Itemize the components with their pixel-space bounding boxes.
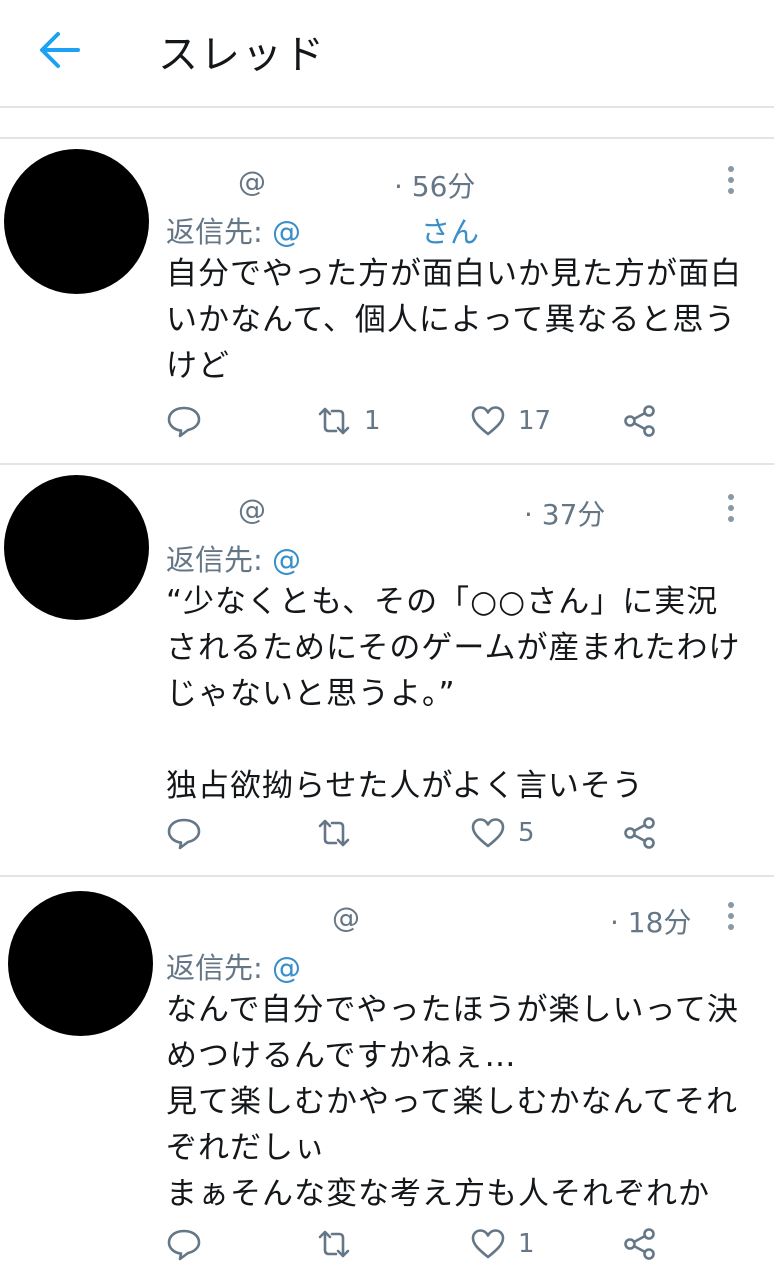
heart-icon <box>471 406 505 436</box>
more-options-button[interactable] <box>720 491 742 525</box>
share-icon <box>624 1228 655 1260</box>
tweet-actions: 5 <box>0 813 774 853</box>
reply-to: 返信先: @ さん <box>166 209 726 251</box>
timestamp: · 56分 <box>394 170 476 203</box>
more-options-button[interactable] <box>720 899 742 933</box>
timestamp: · 18分 <box>610 906 692 939</box>
avatar[interactable] <box>4 475 149 620</box>
share-button[interactable] <box>622 1224 658 1264</box>
like-count: 1 <box>518 1229 535 1259</box>
user-handle[interactable]: @ <box>238 493 266 526</box>
like-button[interactable]: 5 <box>470 813 535 853</box>
share-icon <box>624 817 655 849</box>
tweet[interactable]: @ · 56分 返信先: @ さん 自分でやった方が面白いか見た方が面白 いかな… <box>0 139 774 465</box>
back-button[interactable] <box>38 28 82 72</box>
retweet-button[interactable] <box>316 813 352 853</box>
like-button[interactable]: 17 <box>470 401 551 441</box>
reply-button[interactable] <box>166 1224 202 1264</box>
retweet-button[interactable] <box>316 1224 352 1264</box>
comment-icon <box>167 406 201 438</box>
heart-icon <box>471 818 505 848</box>
retweet-button[interactable]: 1 <box>316 401 381 441</box>
retweet-count: 1 <box>364 406 381 436</box>
comment-icon <box>167 818 201 850</box>
like-count: 17 <box>518 406 552 436</box>
reply-handle[interactable]: @ <box>272 951 301 985</box>
reply-to: 返信先: @ <box>166 537 301 579</box>
arrow-left-icon <box>40 32 80 68</box>
reply-button[interactable] <box>166 401 202 441</box>
reply-label: 返信先: <box>166 543 263 577</box>
retweet-icon <box>318 407 350 435</box>
retweet-icon <box>318 819 350 847</box>
avatar[interactable] <box>8 891 153 1036</box>
reply-to: 返信先: @ <box>166 945 301 987</box>
avatar[interactable] <box>4 149 149 294</box>
comment-icon <box>167 1229 201 1261</box>
retweet-icon <box>318 1230 350 1258</box>
reply-label: 返信先: <box>166 951 263 985</box>
like-button[interactable]: 1 <box>470 1224 535 1264</box>
timestamp: · 37分 <box>524 498 606 531</box>
tweet-text: “少なくとも、その「○○さん」に実況 されるためにそのゲームが産まれたわけ じゃ… <box>166 584 741 804</box>
share-icon <box>624 405 655 437</box>
reply-handle[interactable]: @ <box>272 215 301 249</box>
more-options-button[interactable] <box>720 163 742 197</box>
user-handle[interactable]: @ <box>332 901 360 934</box>
share-button[interactable] <box>622 813 658 853</box>
tweet-text: なんで自分でやったほうが楽しいって決 めつけるんですかねぇ… 見て楽しむかやって… <box>166 992 739 1212</box>
reply-label: 返信先: <box>166 215 263 249</box>
share-button[interactable] <box>622 401 658 441</box>
tweet[interactable]: @ · 18分 返信先: @ なんで自分でやったほうが楽しいって決 めつけるんで… <box>0 877 774 1280</box>
user-handle[interactable]: @ <box>238 165 266 198</box>
reply-handle[interactable]: @ <box>272 543 301 577</box>
reply-handle-suffix[interactable]: さん <box>421 209 479 251</box>
top-bar: スレッド <box>0 0 774 108</box>
tweet-actions: 1 <box>0 1224 774 1264</box>
tweet-actions: 1 17 <box>0 401 774 441</box>
reply-button[interactable] <box>166 813 202 853</box>
page-title: スレッド <box>158 32 326 78</box>
like-count: 5 <box>518 818 535 848</box>
heart-icon <box>471 1229 505 1259</box>
tweet-text: 自分でやった方が面白いか見た方が面白 いかなんて、個人によって異なると思う けど <box>166 256 742 384</box>
tweet[interactable]: @ · 37分 返信先: @ “少なくとも、その「○○さん」に実況 されるために… <box>0 465 774 877</box>
